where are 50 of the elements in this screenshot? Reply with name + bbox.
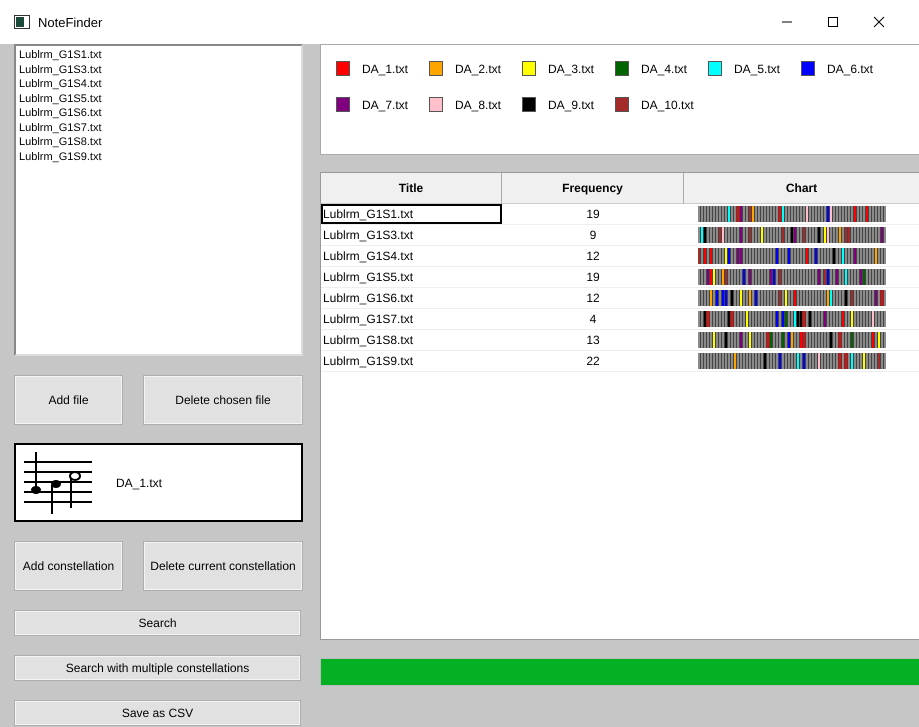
legend-label: DA_8.txt — [455, 98, 502, 112]
table-cell-text: 9 — [588, 227, 598, 244]
table-cell-text: 19 — [585, 269, 601, 286]
table-cell-text: Lublrm_G1S9.txt — [322, 353, 414, 370]
delete-file-button[interactable]: Delete chosen file — [143, 375, 303, 425]
add-file-button[interactable]: Add file — [14, 375, 123, 425]
maximize-icon[interactable] — [827, 16, 839, 28]
table-cell: Lublrm_G1S1.txt — [321, 204, 502, 224]
legend-label: DA_3.txt — [548, 62, 594, 76]
legend-label: DA_7.txt — [362, 98, 408, 112]
file-list-item[interactable]: Lublrm_G1S5.txt — [19, 92, 298, 106]
close-icon[interactable] — [873, 16, 885, 28]
window-title: NoteFinder — [38, 14, 102, 30]
save-csv-button[interactable]: Save as CSV — [14, 700, 301, 726]
legend-label: DA_5.txt — [734, 62, 780, 76]
constellation-name: DA_1.txt — [116, 476, 162, 490]
table-cell-text: 22 — [585, 353, 601, 370]
add-constellation-button[interactable]: Add constellation — [14, 541, 123, 591]
delete-constellation-button[interactable]: Delete current constellation — [143, 541, 303, 591]
legend-label: DA_9.txt — [548, 98, 594, 112]
table-cell-text: Lublrm_G1S4.txt — [322, 248, 414, 265]
table-cell-text: 12 — [585, 248, 601, 265]
table-cell-text: 13 — [585, 332, 601, 349]
search-button[interactable]: Search — [14, 610, 301, 636]
file-list-item[interactable]: Lublrm_G1S7.txt — [19, 120, 298, 135]
table-cell-text: Lublrm_G1S7.txt — [322, 311, 414, 328]
file-list-item[interactable]: Lublrm_G1S9.txt — [19, 150, 298, 164]
legend-label: DA_4.txt — [641, 62, 688, 76]
file-list-item[interactable]: Lublrm_G1S1.txt — [19, 48, 298, 62]
column-header[interactable]: Frequency — [502, 173, 684, 204]
app-icon — [14, 15, 30, 29]
multi-search-button[interactable]: Search with multiple constellations — [14, 655, 301, 681]
file-list-item[interactable]: Lublrm_G1S8.txt — [19, 135, 298, 150]
legend-label: DA_1.txt — [362, 62, 408, 76]
file-list-item[interactable]: Lublrm_G1S6.txt — [19, 106, 298, 120]
legend-label: DA_6.txt — [827, 62, 874, 76]
column-header[interactable]: Chart — [684, 173, 919, 204]
column-header[interactable]: Title — [321, 173, 502, 204]
table-cell-text: Lublrm_G1S6.txt — [322, 290, 414, 307]
table-cell-text: Lublrm_G1S8.txt — [322, 332, 414, 349]
table-cell-text: Lublrm_G1S5.txt — [322, 269, 414, 286]
file-list[interactable]: Lublrm_G1S1.txt Lublrm_G1S3.txt Lublrm_G1S4.txt Lublrm_G1S5.txt Lublrm_G1S6.txt Lublrm_G1S7.txt Lublrm_G1S8.txt Lublrm_G1S9.txt — [14, 44, 303, 356]
legend-label: DA_10.txt — [641, 98, 694, 112]
legend-label: DA_2.txt — [455, 62, 502, 76]
file-list-item[interactable]: Lublrm_G1S4.txt — [19, 77, 298, 92]
table-cell-text: 12 — [585, 290, 601, 307]
table-cell-text: Lublrm_G1S3.txt — [322, 227, 414, 244]
table-cell-text: 4 — [588, 311, 598, 328]
table-cell-text: 19 — [585, 206, 601, 223]
file-list-item[interactable]: Lublrm_G1S3.txt — [19, 62, 298, 77]
